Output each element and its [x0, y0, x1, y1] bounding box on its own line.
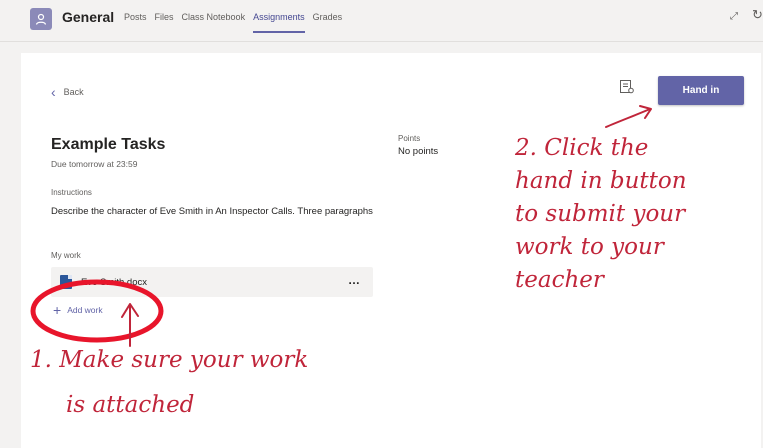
back-button[interactable]: ‹ Back [51, 85, 84, 99]
refresh-icon[interactable]: ↻ [752, 7, 763, 23]
due-date: Due tomorrow at 23:59 [51, 159, 138, 169]
channel-tabs: Posts Files Class Notebook Assignments G… [124, 12, 342, 42]
channel-name: General [62, 9, 115, 25]
assignment-title: Example Tasks [51, 136, 166, 153]
word-doc-icon [60, 275, 72, 289]
chevron-left-icon: ‹ [51, 84, 56, 100]
more-options-icon[interactable]: … [348, 273, 361, 287]
my-work-label: My work [51, 251, 81, 260]
tab-assignments[interactable]: Assignments [253, 12, 305, 42]
assignment-card: ‹ Back Hand in Example Tasks Due tomorro… [21, 53, 761, 448]
view-assignment-icon[interactable] [619, 79, 635, 95]
tab-class-notebook[interactable]: Class Notebook [182, 12, 246, 42]
expand-icon[interactable]: ⤢ [730, 11, 738, 22]
instructions-label: Instructions [51, 188, 92, 197]
attached-file[interactable]: Eve Smith.docx … [51, 267, 373, 297]
instructions-text: Describe the character of Eve Smith in A… [51, 206, 373, 217]
hand-in-button[interactable]: Hand in [658, 76, 744, 105]
points-label: Points [398, 134, 421, 143]
points-value: No points [398, 146, 439, 157]
file-name: Eve Smith.docx [81, 277, 147, 288]
add-work-button[interactable]: + Add work [53, 303, 103, 317]
plus-icon: + [53, 302, 62, 318]
tab-posts[interactable]: Posts [124, 12, 147, 42]
add-work-label: Add work [67, 305, 103, 315]
team-avatar-icon[interactable] [30, 8, 52, 30]
tab-files[interactable]: Files [155, 12, 174, 42]
back-label: Back [63, 87, 84, 97]
channel-header: General Posts Files Class Notebook Assig… [0, 0, 763, 42]
tab-grades[interactable]: Grades [313, 12, 343, 42]
